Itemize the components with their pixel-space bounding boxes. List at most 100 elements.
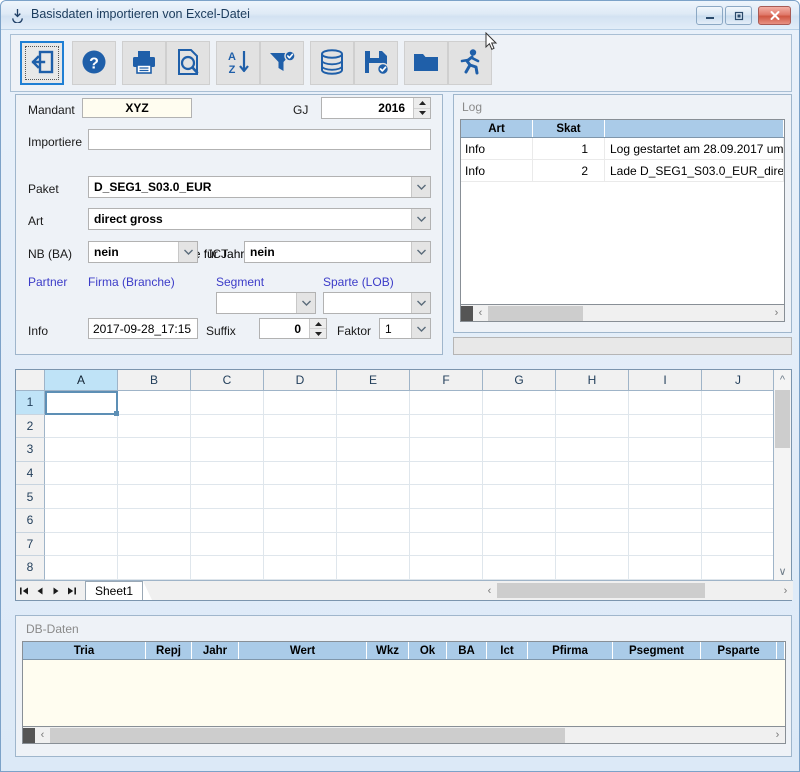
cell-c3[interactable] (191, 438, 264, 462)
table-row[interactable]: Info 1 Log gestartet am 28.09.2017 um 17… (461, 138, 784, 160)
sheet-tab-sheet1[interactable]: Sheet1 (85, 581, 144, 600)
cell-j1[interactable] (702, 391, 775, 415)
cell-b2[interactable] (118, 414, 191, 439)
cell-e8[interactable] (337, 556, 410, 580)
cell-d4[interactable] (264, 461, 337, 486)
scroll-right-icon[interactable]: › (778, 583, 793, 598)
row-header-1[interactable]: 1 (16, 391, 45, 415)
row-header-2[interactable]: 2 (16, 414, 45, 439)
cell-j7[interactable] (702, 532, 775, 557)
chevron-down-icon[interactable] (411, 293, 430, 313)
scroll-right-icon[interactable]: › (770, 728, 785, 743)
cell-d8[interactable] (264, 556, 337, 580)
cell-g8[interactable] (483, 556, 556, 580)
cell-d6[interactable] (264, 508, 337, 533)
gj-spinner[interactable]: 2016 (321, 97, 431, 119)
cell-c6[interactable] (191, 508, 264, 533)
next-sheet-button[interactable] (48, 582, 64, 600)
log-horizontal-scrollbar[interactable]: ‹ › (460, 305, 785, 322)
sparte-combobox[interactable] (323, 292, 431, 314)
cell-j6[interactable] (702, 508, 775, 533)
scrollbar-thumb[interactable] (488, 305, 583, 321)
cell-b7[interactable] (118, 532, 191, 557)
nb-ba-combobox[interactable]: nein (88, 241, 198, 263)
importiere-input[interactable] (88, 129, 431, 150)
cell-a4[interactable] (45, 461, 118, 486)
column-header-d[interactable]: D (264, 370, 337, 390)
cell-h2[interactable] (556, 414, 629, 439)
suffix-spinner[interactable]: 0 (259, 318, 327, 339)
cell-b8[interactable] (118, 556, 191, 580)
cell-a1[interactable] (45, 391, 119, 416)
cell-g5[interactable] (483, 485, 556, 509)
cell-a5[interactable] (45, 485, 118, 509)
cell-b5[interactable] (118, 485, 191, 509)
spinner-down-icon[interactable] (414, 107, 430, 118)
column-header-c[interactable]: C (191, 370, 264, 390)
cell-j8[interactable] (702, 556, 775, 580)
column-header-a[interactable]: A (45, 370, 118, 390)
cell-g1[interactable] (483, 391, 556, 415)
cell-d5[interactable] (264, 485, 337, 509)
ict-combobox[interactable]: nein (244, 241, 431, 263)
row-header-3[interactable]: 3 (16, 438, 45, 462)
database-button[interactable] (310, 41, 354, 85)
cell-i5[interactable] (629, 485, 702, 509)
save-button[interactable] (354, 41, 398, 85)
cell-f2[interactable] (410, 414, 483, 439)
cell-c4[interactable] (191, 461, 264, 486)
column-header-f[interactable]: F (410, 370, 483, 390)
chevron-down-icon[interactable] (411, 242, 430, 262)
column-header-i[interactable]: I (629, 370, 702, 390)
db-horizontal-scrollbar[interactable]: ‹ › (22, 727, 786, 744)
row-header-4[interactable]: 4 (16, 461, 45, 486)
table-row[interactable]: 8 (16, 556, 775, 580)
row-header-5[interactable]: 5 (16, 485, 45, 509)
cell-f4[interactable] (410, 461, 483, 486)
cell-d7[interactable] (264, 532, 337, 557)
cell-i8[interactable] (629, 556, 702, 580)
gj-spin-buttons[interactable] (413, 98, 430, 118)
cell-e1[interactable] (337, 391, 410, 415)
chevron-down-icon[interactable] (411, 319, 430, 338)
sort-button[interactable]: A Z (216, 41, 260, 85)
cell-e5[interactable] (337, 485, 410, 509)
help-button[interactable]: ? (72, 41, 116, 85)
cell-j3[interactable] (702, 438, 775, 462)
cell-h3[interactable] (556, 438, 629, 462)
info-field[interactable]: 2017-09-28_17:15 (88, 318, 198, 339)
minimize-button[interactable] (696, 6, 723, 25)
cell-d1[interactable] (264, 391, 337, 415)
cell-i3[interactable] (629, 438, 702, 462)
last-sheet-button[interactable] (64, 582, 80, 600)
spreadsheet-horizontal-scrollbar[interactable]: ‹ › (482, 581, 793, 600)
cell-i4[interactable] (629, 461, 702, 486)
maximize-button[interactable] (725, 6, 752, 25)
scroll-left-icon[interactable]: ‹ (473, 306, 488, 321)
column-header-g[interactable]: G (483, 370, 556, 390)
cell-f5[interactable] (410, 485, 483, 509)
scrollbar-track[interactable] (50, 727, 770, 743)
previous-sheet-button[interactable] (32, 582, 48, 600)
print-preview-button[interactable] (166, 41, 210, 85)
cell-a8[interactable] (45, 556, 118, 580)
spinner-up-icon[interactable] (414, 98, 430, 108)
spinner-up-icon[interactable] (310, 319, 326, 328)
scrollbar-thumb[interactable] (775, 390, 790, 448)
cell-g6[interactable] (483, 508, 556, 533)
open-folder-button[interactable] (404, 41, 448, 85)
paket-combobox[interactable]: D_SEG1_S03.0_EUR (88, 176, 431, 198)
table-row[interactable]: 2 (16, 414, 775, 439)
cell-j4[interactable] (702, 461, 775, 486)
cell-a2[interactable] (45, 414, 118, 439)
cell-j2[interactable] (702, 414, 775, 439)
cell-i6[interactable] (629, 508, 702, 533)
row-header-7[interactable]: 7 (16, 532, 45, 557)
cell-h7[interactable] (556, 532, 629, 557)
cell-i7[interactable] (629, 532, 702, 557)
scroll-down-icon[interactable]: ∨ (774, 562, 791, 581)
cell-c8[interactable] (191, 556, 264, 580)
column-header-e[interactable]: E (337, 370, 410, 390)
select-all-corner[interactable] (16, 370, 45, 390)
cell-e7[interactable] (337, 532, 410, 557)
